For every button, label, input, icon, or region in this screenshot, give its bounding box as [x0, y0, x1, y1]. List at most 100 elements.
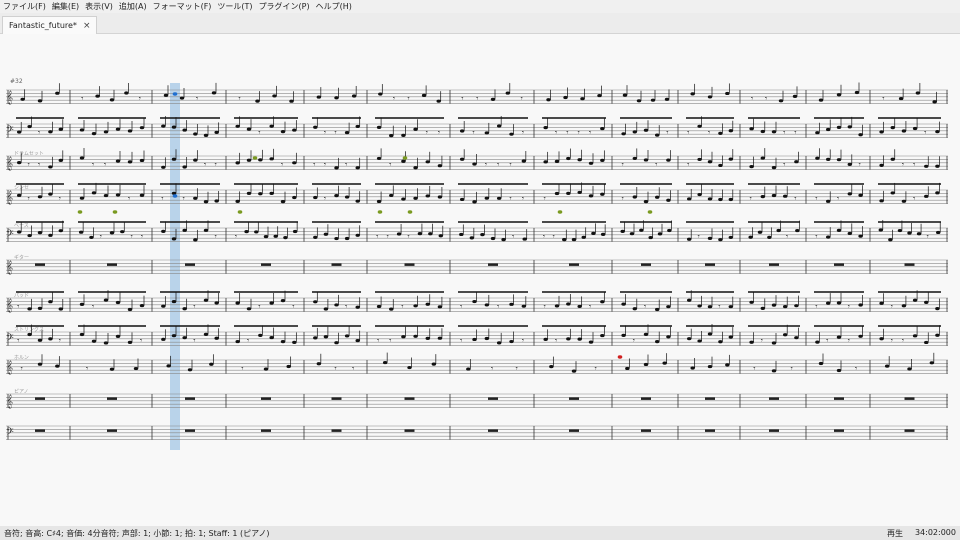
notehead	[344, 195, 350, 199]
rest-icon	[331, 397, 342, 400]
notehead	[901, 304, 907, 308]
notehead	[521, 304, 527, 308]
notehead	[269, 301, 274, 305]
notehead	[655, 339, 660, 344]
notehead	[413, 196, 418, 200]
rest-icon: 𝄾	[815, 232, 817, 241]
rest-icon: 𝄾	[913, 160, 915, 169]
notehead	[496, 124, 502, 128]
close-icon[interactable]: ×	[83, 21, 91, 31]
notehead	[760, 306, 765, 311]
notehead	[847, 192, 852, 196]
notehead	[203, 228, 209, 232]
menu-item-4[interactable]: フォーマット(F)	[150, 1, 215, 12]
notehead	[566, 337, 571, 341]
notehead	[629, 232, 635, 236]
notehead	[898, 96, 904, 101]
notehead	[438, 234, 443, 238]
notehead	[915, 91, 921, 95]
notehead	[115, 300, 121, 305]
rest-icon: 𝄾	[927, 232, 929, 241]
notehead	[600, 158, 605, 163]
notehead	[401, 159, 406, 163]
notehead	[166, 364, 171, 368]
notehead	[55, 91, 60, 95]
rest-icon: 𝄾	[100, 232, 102, 241]
menu-item-7[interactable]: ヘルプ(H)	[313, 1, 355, 12]
menu-item-3[interactable]: 追加(A)	[116, 1, 150, 12]
notehead	[636, 99, 642, 103]
notehead	[771, 369, 777, 373]
rest-icon: 𝄾	[193, 302, 195, 311]
rest-icon	[185, 397, 195, 400]
rest-icon: 𝄾	[633, 336, 635, 345]
notehead	[48, 233, 53, 237]
notehead	[901, 129, 907, 133]
notehead	[20, 97, 25, 101]
notehead	[334, 96, 339, 100]
notehead	[376, 304, 382, 309]
notehead	[879, 337, 884, 341]
menu-item-1[interactable]: 編集(E)	[49, 1, 82, 12]
rest-icon: 𝄾	[837, 194, 839, 203]
notehead	[666, 305, 671, 309]
measure-number: #32	[10, 78, 23, 85]
rest-icon: 𝄾	[281, 160, 283, 169]
notehead	[783, 194, 788, 198]
tab-score[interactable]: Fantastic_future* ×	[2, 16, 98, 34]
notehead	[91, 191, 97, 195]
notehead	[323, 232, 329, 236]
notehead	[214, 199, 219, 203]
notehead	[690, 92, 695, 96]
menu-item-5[interactable]: ツール(T)	[214, 1, 255, 12]
notehead	[496, 196, 502, 200]
notehead	[139, 303, 145, 308]
menu-item-0[interactable]: ファイル(F)	[0, 1, 49, 12]
rest-icon	[261, 263, 271, 266]
notehead	[344, 131, 350, 135]
menu-item-6[interactable]: プラグイン(P)	[256, 1, 313, 12]
notehead	[643, 128, 649, 132]
notehead	[48, 337, 53, 341]
highlighted-note	[377, 210, 383, 214]
notehead	[501, 238, 506, 242]
rest-icon: 𝄾	[28, 160, 30, 169]
highlighted-note	[402, 156, 408, 160]
notehead	[115, 193, 121, 197]
notehead	[79, 332, 85, 337]
notehead	[431, 362, 437, 366]
notehead	[639, 228, 644, 232]
score-canvas[interactable]: #32𝄞𝄢𝄞𝄞𝄢𝄞𝄞𝄢𝄞𝄞𝄢ドラムセットシンセベースギターパッドストリングスホル…	[0, 34, 960, 526]
rest-icon: 𝄾	[753, 364, 755, 373]
notehead	[48, 130, 53, 134]
score-svg[interactable]: #32𝄞𝄢𝄞𝄞𝄢𝄞𝄞𝄢𝄞𝄞𝄢ドラムセットシンセベースギターパッドストリングスホル…	[0, 34, 960, 526]
notehead	[600, 232, 606, 237]
notehead	[707, 364, 713, 369]
staff-label: ピアノ	[14, 389, 29, 395]
rest-icon: 𝄾	[38, 160, 40, 169]
notehead	[313, 195, 318, 200]
rest-icon: 𝄾	[460, 302, 462, 311]
notehead	[269, 191, 274, 195]
rest-icon: 𝄾	[292, 302, 294, 311]
notehead	[334, 236, 339, 241]
notehead	[795, 228, 800, 233]
notehead	[879, 163, 884, 167]
notehead	[725, 363, 730, 367]
notehead	[600, 333, 605, 338]
staff-label: ギター	[14, 254, 29, 261]
menu-item-2[interactable]: 表示(V)	[82, 1, 116, 12]
notehead	[17, 130, 22, 134]
notehead	[836, 228, 842, 232]
notehead	[543, 125, 548, 130]
notehead	[413, 166, 418, 170]
notehead	[334, 341, 339, 345]
notehead	[459, 129, 465, 133]
notehead	[480, 232, 485, 237]
notehead	[334, 166, 339, 170]
notehead	[771, 193, 777, 198]
notehead	[836, 335, 842, 339]
notehead	[760, 129, 765, 134]
notehead	[258, 192, 263, 196]
notehead	[490, 97, 496, 101]
